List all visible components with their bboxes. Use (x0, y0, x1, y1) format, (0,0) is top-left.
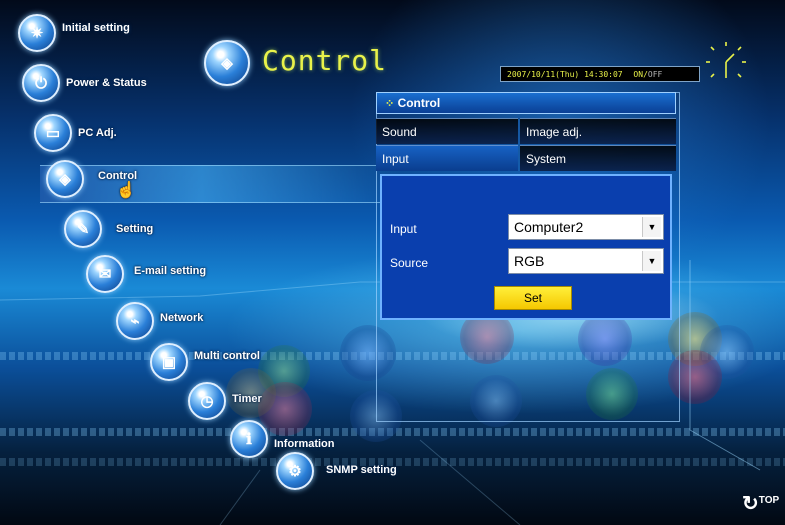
input-select[interactable]: Computer2 ▼ (508, 214, 664, 240)
control-icon: ◈ (46, 160, 84, 198)
multi-control-icon: ▣ (150, 343, 188, 381)
network-icon: ⌁ (116, 302, 154, 340)
return-arrow-icon: ↻ (742, 493, 759, 515)
snmp-icon: ⚙ (276, 452, 314, 490)
tab-label: Image adj. (526, 125, 583, 139)
nav-item-email-setting[interactable]: ✉ E-mail setting (86, 255, 206, 293)
panel-header: ⁘ Control (376, 92, 676, 114)
source-label: Source (390, 256, 429, 270)
source-select-value: RGB (514, 253, 545, 269)
nav-item-initial-setting[interactable]: ✷ Initial setting (18, 14, 130, 52)
nav-item-label: Timer (232, 393, 262, 405)
nav-item-snmp-setting[interactable]: ⚙ SNMP setting (276, 452, 397, 490)
tab-image-adj[interactable]: Image adj. (520, 118, 676, 144)
panel-header-icon: ⁘ (385, 98, 395, 110)
nav-item-pc-adj[interactable]: ▭ PC Adj. (34, 114, 117, 152)
chevron-down-icon: ▼ (642, 217, 661, 237)
initial-setting-icon: ✷ (18, 14, 56, 52)
nav-item-label: SNMP setting (326, 464, 397, 476)
timer-icon: ◷ (188, 382, 226, 420)
nav-item-label: Setting (116, 223, 154, 235)
input-form: Input Computer2 ▼ Source RGB ▼ Set (380, 174, 672, 320)
top-link-label: TOP (758, 495, 780, 506)
title-control-icon: ◈ (204, 40, 250, 86)
nav-item-label: Initial setting (62, 22, 130, 34)
nav-item-label: Multi control (194, 350, 260, 362)
nav-item-timer[interactable]: ◷ Timer (188, 382, 262, 420)
tab-label: Sound (382, 125, 417, 139)
set-button[interactable]: Set (494, 286, 572, 310)
web-control-page: ✷ Initial setting ⏻ Power & Status ▭ PC … (0, 0, 785, 525)
clock-icon (706, 42, 746, 78)
information-icon: ℹ (230, 420, 268, 458)
power-off-text: OFF (647, 70, 663, 79)
nav-item-multi-control[interactable]: ▣ Multi control (150, 343, 260, 381)
source-select[interactable]: RGB ▼ (508, 248, 664, 274)
nav-item-label: Information (274, 438, 335, 450)
tab-label: System (526, 152, 567, 166)
tab-system[interactable]: System (520, 145, 676, 171)
nav-item-label: E-mail setting (134, 265, 207, 277)
nav-item-label: Network (160, 312, 204, 324)
email-icon: ✉ (86, 255, 124, 293)
control-panel: ⁘ Control Sound Image adj. Input System … (376, 92, 680, 422)
nav-item-network[interactable]: ⌁ Network (116, 302, 203, 340)
pc-adj-icon: ▭ (34, 114, 72, 152)
tab-sound[interactable]: Sound (376, 118, 518, 144)
power-on-text: ON (633, 70, 644, 79)
page-title: Control (262, 44, 388, 77)
power-status-icon: ⏻ (22, 64, 60, 102)
input-label: Input (390, 222, 417, 236)
tab-input[interactable]: Input (376, 145, 518, 171)
datetime-status: 2007/10/11(Thu) 14:30:07 ON/OFF (500, 66, 700, 82)
input-select-value: Computer2 (514, 219, 584, 235)
hand-cursor-icon: ☝ (116, 182, 136, 199)
nav-item-label: Power & Status (66, 77, 147, 89)
top-link[interactable]: ↻ TOP (742, 494, 779, 514)
panel-header-title: Control (397, 96, 441, 110)
nav-item-label: PC Adj. (78, 127, 117, 139)
setting-icon: ✎ (64, 210, 102, 248)
chevron-down-icon: ▼ (642, 251, 661, 271)
nav-item-power-status[interactable]: ⏻ Power & Status (22, 64, 147, 102)
tab-label: Input (382, 152, 409, 166)
nav-item-setting[interactable]: ✎ Setting (64, 210, 153, 248)
datetime-text: 2007/10/11(Thu) 14:30:07 (507, 70, 623, 79)
